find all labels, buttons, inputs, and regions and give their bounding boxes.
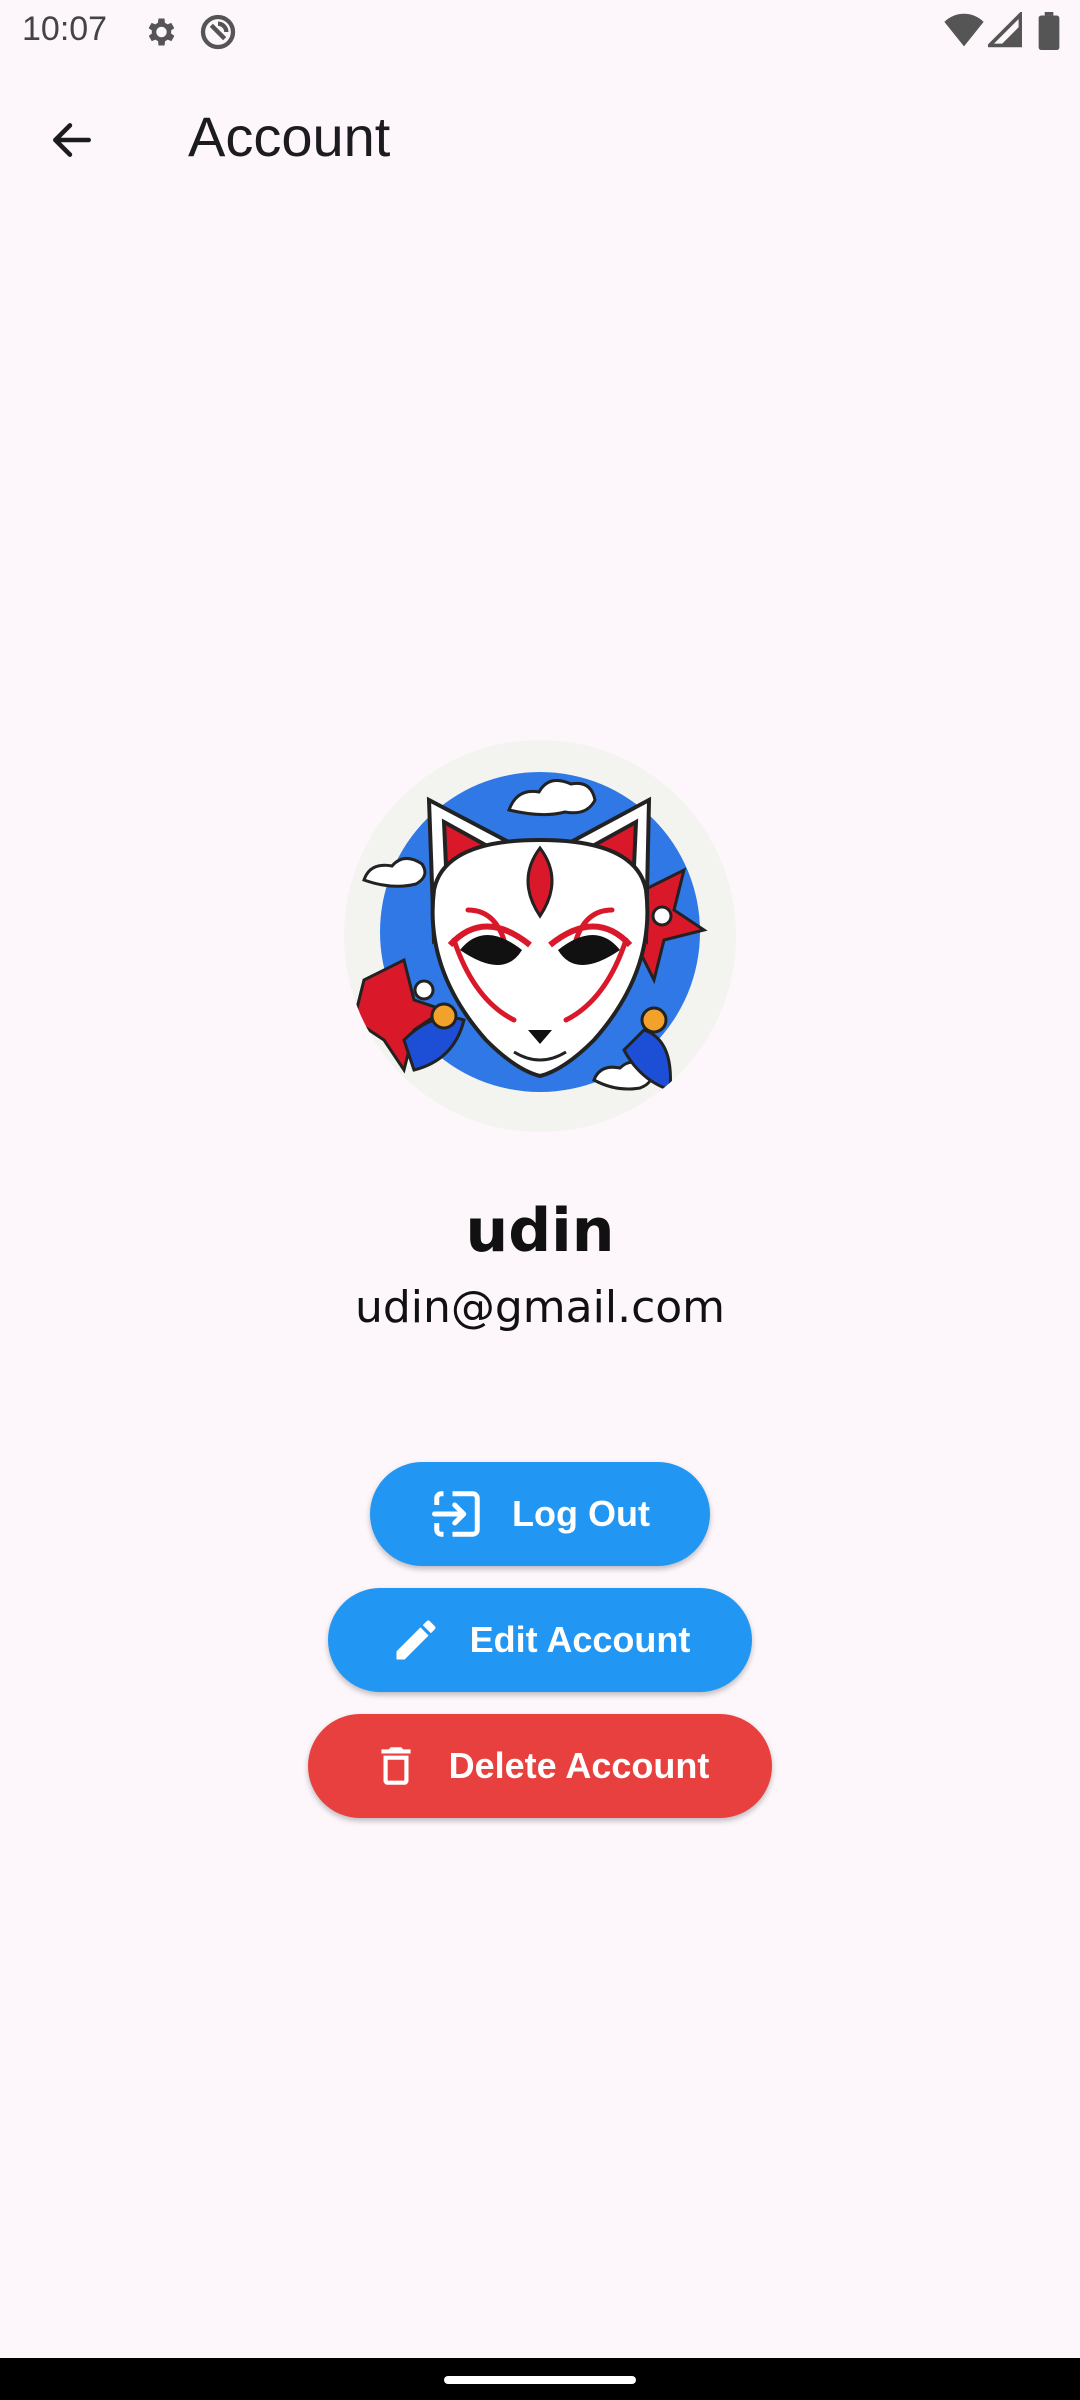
page-title: Account [188, 105, 391, 168]
settings-icon [142, 14, 178, 55]
delete-account-button-label: Delete Account [448, 1745, 710, 1786]
avatar [344, 740, 736, 1132]
home-indicator[interactable] [444, 2376, 636, 2384]
back-button[interactable] [30, 100, 114, 184]
pencil-icon [390, 1614, 442, 1666]
signal-icon [985, 10, 1023, 53]
logout-icon [430, 1487, 484, 1541]
trash-icon [371, 1739, 421, 1793]
logout-button-label: Log Out [512, 1493, 650, 1534]
vpn-icon [198, 12, 238, 57]
battery-icon [1038, 12, 1060, 55]
edit-account-button-label: Edit Account [469, 1619, 691, 1660]
edit-account-button[interactable]: Edit Account [328, 1588, 752, 1692]
delete-account-button[interactable]: Delete Account [308, 1714, 772, 1818]
user-email: udin@gmail.com [354, 1282, 726, 1333]
arrow-back-icon [47, 115, 97, 170]
logout-button[interactable]: Log Out [370, 1462, 710, 1566]
wifi-icon [944, 12, 984, 53]
user-name: udin [465, 1196, 615, 1266]
kitsune-mask-avatar [344, 740, 736, 1132]
status-time: 10:07 [22, 10, 108, 48]
app-bar: Account [0, 70, 1080, 200]
status-bar: 10:07 [0, 0, 1080, 64]
